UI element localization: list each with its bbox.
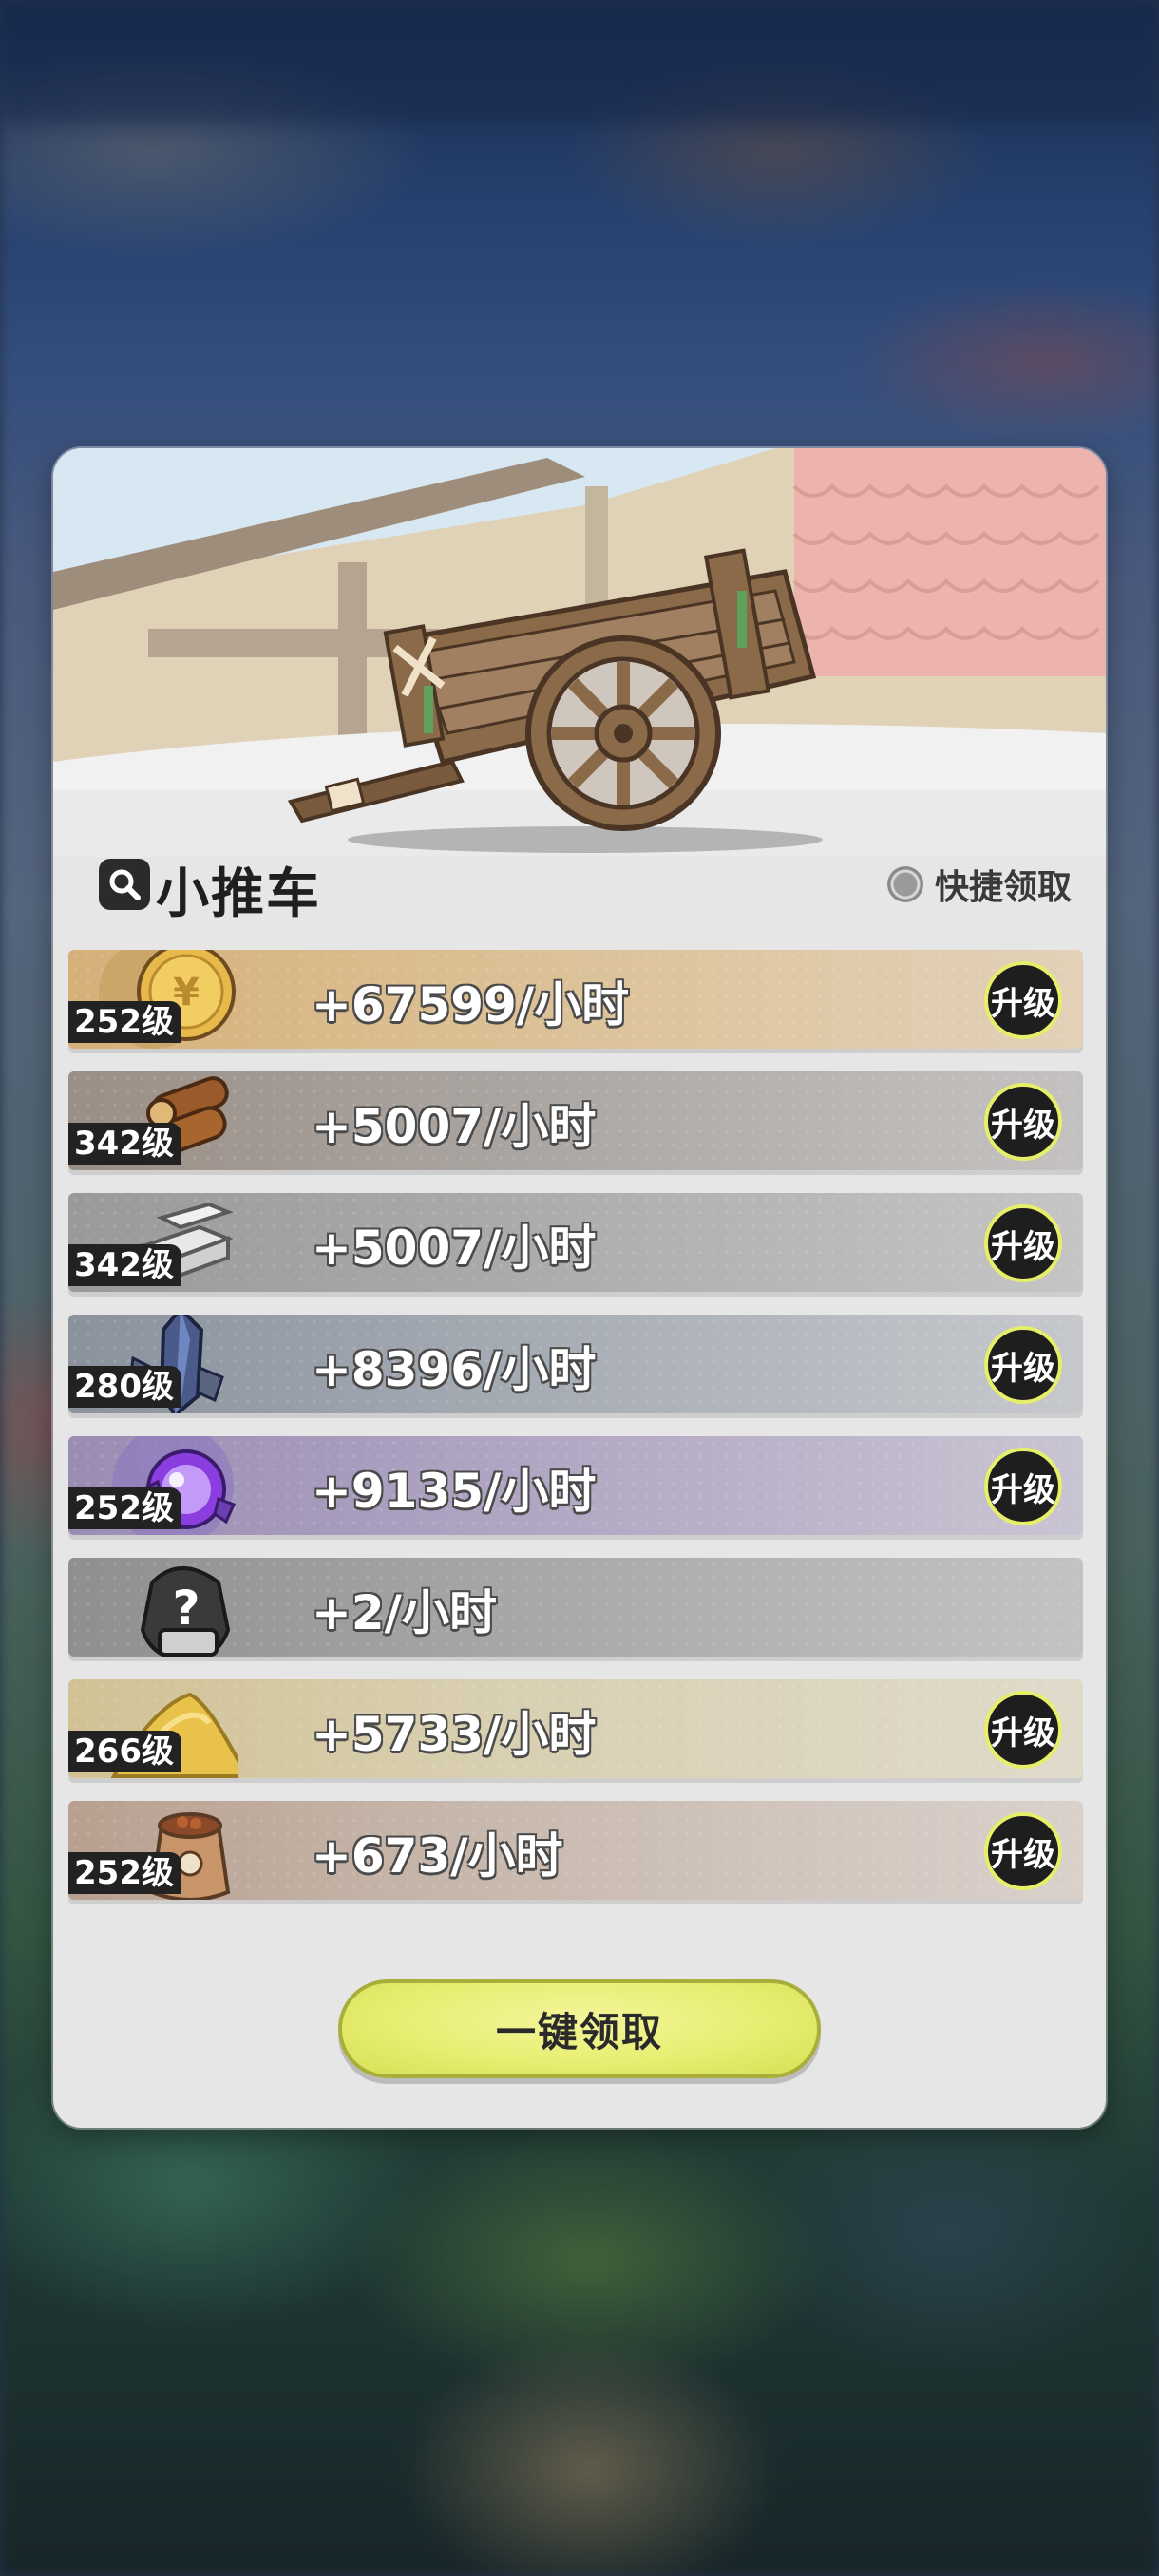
resource-row-gold: ¥ +67599/小时 252级 升级 bbox=[68, 950, 1083, 1049]
resource-row-crystal: +8396/小时 280级 升级 bbox=[68, 1315, 1083, 1413]
cart-dialog: 小推车 快捷领取 ¥ +67599/小时 252级 升级 +5007/小时 34… bbox=[53, 448, 1106, 2128]
resource-row-mystery: ? +2/小时 bbox=[68, 1558, 1083, 1657]
production-rate: +8396/小时 bbox=[312, 1342, 597, 1397]
resource-row-stone: +5007/小时 342级 升级 bbox=[68, 1193, 1083, 1292]
level-badge: 342级 bbox=[68, 1123, 181, 1165]
resource-row-wood: +5007/小时 342级 升级 bbox=[68, 1071, 1083, 1170]
claim-all-label: 一键领取 bbox=[495, 2008, 663, 2055]
level-badge: 252级 bbox=[68, 1487, 181, 1529]
upgrade-button[interactable]: 升级 bbox=[984, 961, 1062, 1039]
production-rate: +2/小时 bbox=[312, 1585, 497, 1640]
level-badge: 266级 bbox=[68, 1731, 181, 1772]
upgrade-button[interactable]: 升级 bbox=[984, 1691, 1062, 1769]
cart-illustration bbox=[53, 448, 1106, 857]
radio-icon[interactable] bbox=[886, 866, 923, 902]
production-rate: +673/小时 bbox=[312, 1828, 563, 1884]
upgrade-button[interactable]: 升级 bbox=[984, 1326, 1062, 1404]
resource-row-purple-orb: +9135/小时 252级 升级 bbox=[68, 1436, 1083, 1535]
resource-row-gold-sand: +5733/小时 266级 升级 bbox=[68, 1679, 1083, 1778]
cart-banner bbox=[53, 448, 1106, 857]
upgrade-button[interactable]: 升级 bbox=[984, 1083, 1062, 1161]
upgrade-button[interactable]: 升级 bbox=[984, 1204, 1062, 1282]
resource-row-food-sack: +673/小时 252级 升级 bbox=[68, 1801, 1083, 1900]
upgrade-button[interactable]: 升级 bbox=[984, 1812, 1062, 1890]
claim-all-button[interactable]: 一键领取 bbox=[338, 1979, 821, 2078]
dialog-title: 小推车 bbox=[156, 863, 321, 925]
mystery-item-icon: ? bbox=[95, 1558, 238, 1657]
level-badge: 342级 bbox=[68, 1244, 181, 1286]
production-rate: +5733/小时 bbox=[312, 1707, 597, 1762]
magnifier-icon[interactable] bbox=[99, 859, 150, 910]
quick-claim-toggle[interactable]: 快捷领取 bbox=[886, 861, 1072, 908]
level-badge: 280级 bbox=[68, 1366, 181, 1408]
level-badge: 252级 bbox=[68, 1001, 181, 1043]
production-rate: +67599/小时 bbox=[312, 977, 630, 1032]
svg-text:?: ? bbox=[172, 1581, 200, 1636]
quick-claim-label: 快捷领取 bbox=[934, 868, 1072, 907]
production-rate: +5007/小时 bbox=[312, 1099, 597, 1154]
level-badge: 252级 bbox=[68, 1852, 181, 1894]
upgrade-button[interactable]: 升级 bbox=[984, 1448, 1062, 1525]
production-rate: +9135/小时 bbox=[312, 1464, 597, 1519]
production-rate: +5007/小时 bbox=[312, 1221, 597, 1276]
